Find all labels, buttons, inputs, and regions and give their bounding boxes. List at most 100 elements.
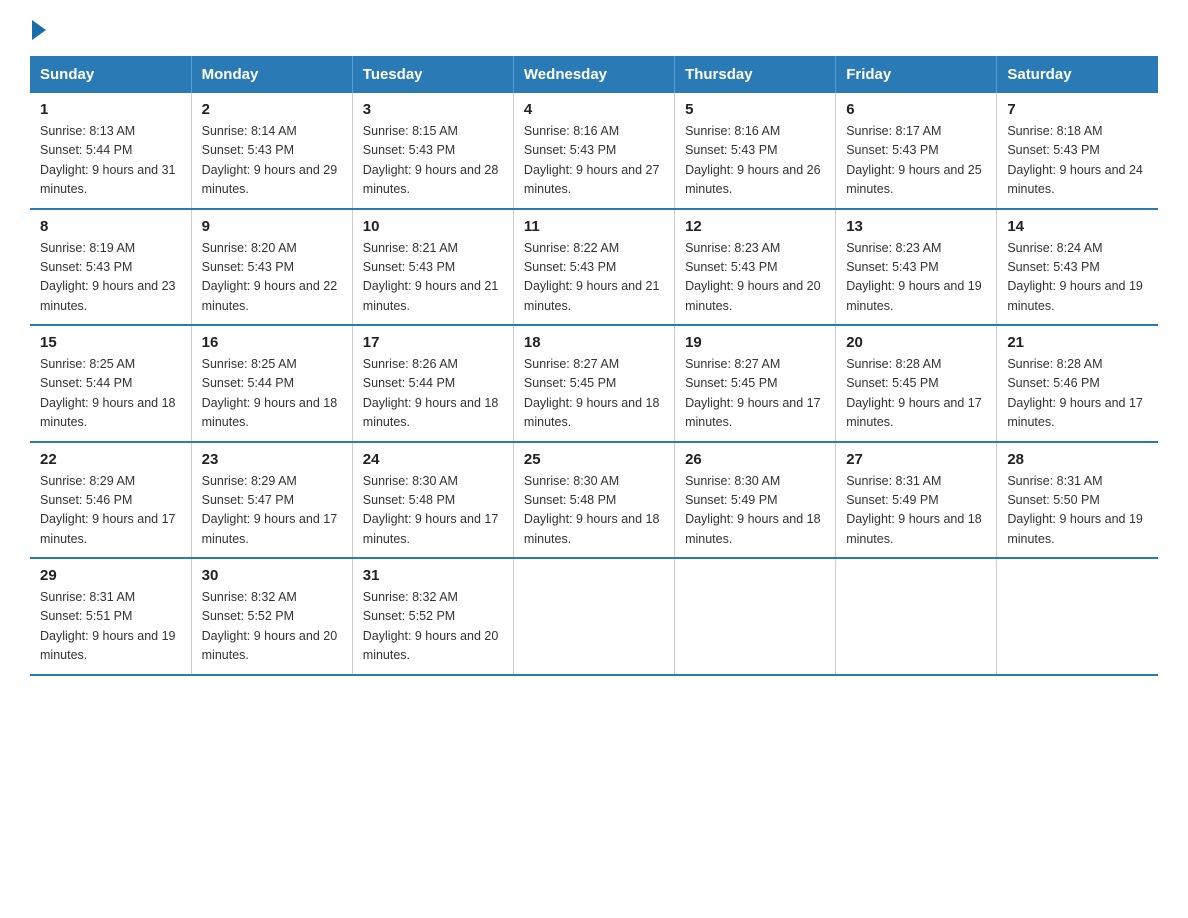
day-number: 2 — [202, 101, 342, 118]
header-thursday: Thursday — [675, 56, 836, 93]
calendar-cell: 31 Sunrise: 8:32 AMSunset: 5:52 PMDaylig… — [352, 558, 513, 675]
calendar-cell: 27 Sunrise: 8:31 AMSunset: 5:49 PMDaylig… — [836, 442, 997, 559]
header-friday: Friday — [836, 56, 997, 93]
header-wednesday: Wednesday — [513, 56, 674, 93]
day-info: Sunrise: 8:23 AMSunset: 5:43 PMDaylight:… — [685, 239, 825, 317]
day-number: 5 — [685, 101, 825, 118]
calendar-week-row: 8 Sunrise: 8:19 AMSunset: 5:43 PMDayligh… — [30, 209, 1158, 326]
calendar-cell: 24 Sunrise: 8:30 AMSunset: 5:48 PMDaylig… — [352, 442, 513, 559]
day-number: 11 — [524, 218, 664, 235]
day-info: Sunrise: 8:26 AMSunset: 5:44 PMDaylight:… — [363, 355, 503, 433]
day-info: Sunrise: 8:32 AMSunset: 5:52 PMDaylight:… — [202, 588, 342, 666]
header-tuesday: Tuesday — [352, 56, 513, 93]
day-info: Sunrise: 8:28 AMSunset: 5:46 PMDaylight:… — [1007, 355, 1148, 433]
day-info: Sunrise: 8:22 AMSunset: 5:43 PMDaylight:… — [524, 239, 664, 317]
day-number: 29 — [40, 567, 181, 584]
calendar-table: SundayMondayTuesdayWednesdayThursdayFrid… — [30, 56, 1158, 676]
day-info: Sunrise: 8:21 AMSunset: 5:43 PMDaylight:… — [363, 239, 503, 317]
day-info: Sunrise: 8:13 AMSunset: 5:44 PMDaylight:… — [40, 122, 181, 200]
calendar-cell: 18 Sunrise: 8:27 AMSunset: 5:45 PMDaylig… — [513, 325, 674, 442]
calendar-cell: 29 Sunrise: 8:31 AMSunset: 5:51 PMDaylig… — [30, 558, 191, 675]
calendar-cell: 2 Sunrise: 8:14 AMSunset: 5:43 PMDayligh… — [191, 93, 352, 209]
day-number: 13 — [846, 218, 986, 235]
calendar-cell: 16 Sunrise: 8:25 AMSunset: 5:44 PMDaylig… — [191, 325, 352, 442]
day-number: 10 — [363, 218, 503, 235]
day-info: Sunrise: 8:20 AMSunset: 5:43 PMDaylight:… — [202, 239, 342, 317]
calendar-week-row: 1 Sunrise: 8:13 AMSunset: 5:44 PMDayligh… — [30, 93, 1158, 209]
calendar-cell: 14 Sunrise: 8:24 AMSunset: 5:43 PMDaylig… — [997, 209, 1158, 326]
calendar-cell: 12 Sunrise: 8:23 AMSunset: 5:43 PMDaylig… — [675, 209, 836, 326]
calendar-cell: 5 Sunrise: 8:16 AMSunset: 5:43 PMDayligh… — [675, 93, 836, 209]
day-number: 20 — [846, 334, 986, 351]
day-info: Sunrise: 8:16 AMSunset: 5:43 PMDaylight:… — [685, 122, 825, 200]
day-number: 14 — [1007, 218, 1148, 235]
day-info: Sunrise: 8:30 AMSunset: 5:48 PMDaylight:… — [524, 472, 664, 550]
day-number: 19 — [685, 334, 825, 351]
day-number: 31 — [363, 567, 503, 584]
calendar-cell: 1 Sunrise: 8:13 AMSunset: 5:44 PMDayligh… — [30, 93, 191, 209]
day-info: Sunrise: 8:30 AMSunset: 5:48 PMDaylight:… — [363, 472, 503, 550]
day-info: Sunrise: 8:16 AMSunset: 5:43 PMDaylight:… — [524, 122, 664, 200]
day-number: 22 — [40, 451, 181, 468]
calendar-cell: 23 Sunrise: 8:29 AMSunset: 5:47 PMDaylig… — [191, 442, 352, 559]
calendar-cell — [513, 558, 674, 675]
header-saturday: Saturday — [997, 56, 1158, 93]
day-info: Sunrise: 8:18 AMSunset: 5:43 PMDaylight:… — [1007, 122, 1148, 200]
day-number: 7 — [1007, 101, 1148, 118]
day-info: Sunrise: 8:31 AMSunset: 5:51 PMDaylight:… — [40, 588, 181, 666]
calendar-cell: 25 Sunrise: 8:30 AMSunset: 5:48 PMDaylig… — [513, 442, 674, 559]
calendar-cell: 21 Sunrise: 8:28 AMSunset: 5:46 PMDaylig… — [997, 325, 1158, 442]
calendar-cell: 6 Sunrise: 8:17 AMSunset: 5:43 PMDayligh… — [836, 93, 997, 209]
calendar-header-row: SundayMondayTuesdayWednesdayThursdayFrid… — [30, 56, 1158, 93]
day-number: 26 — [685, 451, 825, 468]
day-info: Sunrise: 8:27 AMSunset: 5:45 PMDaylight:… — [685, 355, 825, 433]
day-number: 23 — [202, 451, 342, 468]
calendar-cell — [836, 558, 997, 675]
calendar-cell: 11 Sunrise: 8:22 AMSunset: 5:43 PMDaylig… — [513, 209, 674, 326]
calendar-cell: 20 Sunrise: 8:28 AMSunset: 5:45 PMDaylig… — [836, 325, 997, 442]
day-number: 6 — [846, 101, 986, 118]
day-info: Sunrise: 8:29 AMSunset: 5:47 PMDaylight:… — [202, 472, 342, 550]
calendar-cell: 26 Sunrise: 8:30 AMSunset: 5:49 PMDaylig… — [675, 442, 836, 559]
calendar-cell: 7 Sunrise: 8:18 AMSunset: 5:43 PMDayligh… — [997, 93, 1158, 209]
day-number: 24 — [363, 451, 503, 468]
day-info: Sunrise: 8:19 AMSunset: 5:43 PMDaylight:… — [40, 239, 181, 317]
day-number: 21 — [1007, 334, 1148, 351]
day-info: Sunrise: 8:17 AMSunset: 5:43 PMDaylight:… — [846, 122, 986, 200]
calendar-cell: 19 Sunrise: 8:27 AMSunset: 5:45 PMDaylig… — [675, 325, 836, 442]
day-number: 9 — [202, 218, 342, 235]
day-info: Sunrise: 8:27 AMSunset: 5:45 PMDaylight:… — [524, 355, 664, 433]
header-monday: Monday — [191, 56, 352, 93]
calendar-cell — [997, 558, 1158, 675]
day-info: Sunrise: 8:32 AMSunset: 5:52 PMDaylight:… — [363, 588, 503, 666]
calendar-cell — [675, 558, 836, 675]
calendar-cell: 4 Sunrise: 8:16 AMSunset: 5:43 PMDayligh… — [513, 93, 674, 209]
calendar-cell: 15 Sunrise: 8:25 AMSunset: 5:44 PMDaylig… — [30, 325, 191, 442]
day-number: 15 — [40, 334, 181, 351]
day-number: 8 — [40, 218, 181, 235]
day-number: 27 — [846, 451, 986, 468]
day-info: Sunrise: 8:15 AMSunset: 5:43 PMDaylight:… — [363, 122, 503, 200]
day-info: Sunrise: 8:28 AMSunset: 5:45 PMDaylight:… — [846, 355, 986, 433]
day-number: 1 — [40, 101, 181, 118]
day-number: 16 — [202, 334, 342, 351]
calendar-week-row: 15 Sunrise: 8:25 AMSunset: 5:44 PMDaylig… — [30, 325, 1158, 442]
day-number: 17 — [363, 334, 503, 351]
calendar-cell: 22 Sunrise: 8:29 AMSunset: 5:46 PMDaylig… — [30, 442, 191, 559]
day-info: Sunrise: 8:31 AMSunset: 5:50 PMDaylight:… — [1007, 472, 1148, 550]
day-number: 4 — [524, 101, 664, 118]
day-number: 30 — [202, 567, 342, 584]
day-info: Sunrise: 8:30 AMSunset: 5:49 PMDaylight:… — [685, 472, 825, 550]
day-info: Sunrise: 8:29 AMSunset: 5:46 PMDaylight:… — [40, 472, 181, 550]
day-info: Sunrise: 8:25 AMSunset: 5:44 PMDaylight:… — [202, 355, 342, 433]
calendar-cell: 30 Sunrise: 8:32 AMSunset: 5:52 PMDaylig… — [191, 558, 352, 675]
logo-triangle-icon — [32, 20, 46, 40]
day-info: Sunrise: 8:24 AMSunset: 5:43 PMDaylight:… — [1007, 239, 1148, 317]
page-header — [30, 20, 1158, 40]
day-number: 12 — [685, 218, 825, 235]
logo — [30, 20, 48, 40]
calendar-week-row: 22 Sunrise: 8:29 AMSunset: 5:46 PMDaylig… — [30, 442, 1158, 559]
calendar-cell: 28 Sunrise: 8:31 AMSunset: 5:50 PMDaylig… — [997, 442, 1158, 559]
calendar-cell: 8 Sunrise: 8:19 AMSunset: 5:43 PMDayligh… — [30, 209, 191, 326]
day-info: Sunrise: 8:14 AMSunset: 5:43 PMDaylight:… — [202, 122, 342, 200]
